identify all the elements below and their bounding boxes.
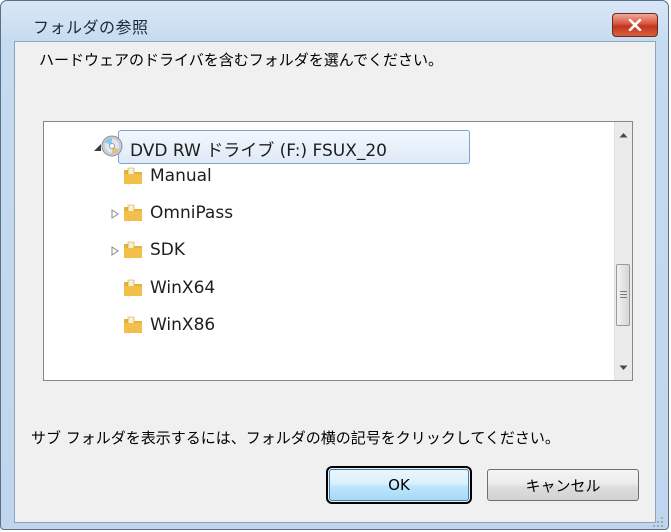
folder-icon (122, 277, 146, 301)
tree-node-sdk[interactable]: SDK (44, 234, 604, 268)
tree-node-label: OmniPass (150, 203, 234, 223)
tree-node-omnipass[interactable]: OmniPass (44, 197, 604, 231)
resize-grip-icon[interactable] (652, 513, 664, 527)
ok-button[interactable]: OK (326, 466, 472, 504)
folder-tree-view[interactable]: DVD RW ドライブ (F:) FSUX_20 Manual OmniPass… (43, 121, 633, 381)
title-bar[interactable]: フォルダの参照 (1, 1, 668, 41)
browse-folder-dialog: フォルダの参照 ハードウェアのドライバを含むフォルダを選んでください。 DVD … (0, 0, 669, 530)
tree-node-label: WinX64 (150, 278, 216, 298)
tree-node-label: Manual (150, 166, 212, 186)
close-button[interactable] (612, 13, 658, 37)
window-title: フォルダの参照 (33, 18, 149, 37)
tree-node-label: WinX86 (150, 315, 216, 335)
hint-text: サブ フォルダを表示するには、フォルダの横の記号をクリックしてください。 (31, 429, 560, 447)
tree-node-manual[interactable]: Manual (44, 160, 604, 194)
scroll-down-arrow-icon[interactable] (615, 359, 632, 376)
folder-icon (122, 314, 146, 338)
folder-icon (122, 202, 146, 226)
folder-icon (122, 239, 146, 263)
cancel-button[interactable]: キャンセル (487, 469, 639, 501)
scroll-up-arrow-icon[interactable] (615, 126, 632, 143)
scroll-grip-icon (620, 291, 627, 298)
tree-node-winx86[interactable]: WinX86 (44, 309, 604, 343)
expand-arrow-icon[interactable] (110, 246, 120, 256)
vertical-scrollbar[interactable] (614, 122, 632, 380)
scroll-thumb[interactable] (616, 264, 630, 326)
tree-node-label: SDK (150, 240, 186, 260)
close-x-icon (628, 19, 642, 31)
expand-arrow-icon[interactable] (110, 209, 120, 219)
tree-node-winx64[interactable]: WinX64 (44, 272, 604, 306)
tree-node-label: DVD RW ドライブ (F:) FSUX_20 (130, 141, 388, 161)
folder-icon (122, 165, 146, 189)
instruction-text: ハードウェアのドライバを含むフォルダを選んでください。 (39, 51, 443, 69)
dvd-drive-icon (100, 134, 124, 158)
tree-node-root[interactable]: DVD RW ドライブ (F:) FSUX_20 (44, 130, 604, 164)
